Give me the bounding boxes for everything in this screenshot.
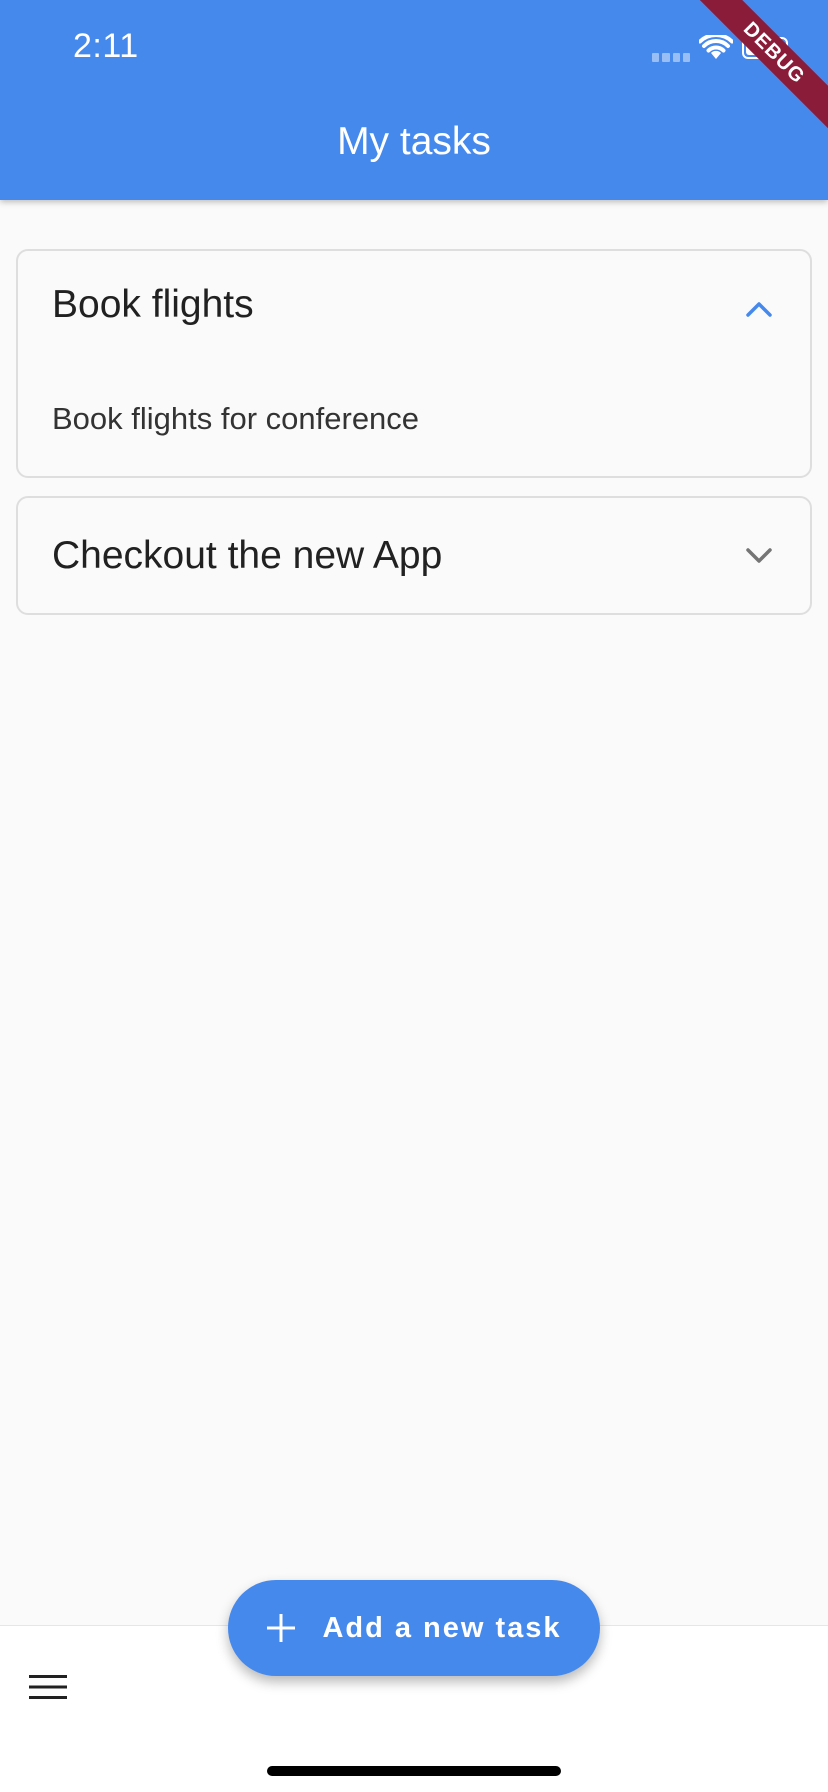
wifi-icon: [699, 35, 733, 59]
app-bar: 2:11 My tasks DEBUG: [0, 0, 828, 200]
task-panel-header[interactable]: Book flights: [18, 251, 810, 367]
page-title: My tasks: [337, 120, 491, 163]
home-indicator[interactable]: [267, 1766, 561, 1776]
debug-banner: DEBUG: [692, 0, 828, 135]
task-panel-header[interactable]: Checkout the new App: [18, 498, 810, 614]
chevron-up-icon[interactable]: [746, 301, 772, 317]
task-panel-checkout-app: Checkout the new App: [16, 496, 812, 615]
add-task-label: Add a new task: [322, 1611, 562, 1644]
task-title: Checkout the new App: [52, 534, 443, 577]
chevron-down-icon[interactable]: [746, 548, 772, 564]
task-title: Book flights: [52, 283, 254, 326]
plus-icon: [267, 1614, 296, 1642]
status-bar-time: 2:11: [73, 27, 139, 65]
task-description: Book flights for conference: [52, 401, 420, 436]
task-panel-book-flights: Book flights Book flights for conference: [16, 249, 812, 478]
cellular-signal-icon: [652, 53, 690, 62]
add-task-button[interactable]: Add a new task: [228, 1580, 600, 1676]
hamburger-menu-icon[interactable]: [29, 1673, 67, 1701]
